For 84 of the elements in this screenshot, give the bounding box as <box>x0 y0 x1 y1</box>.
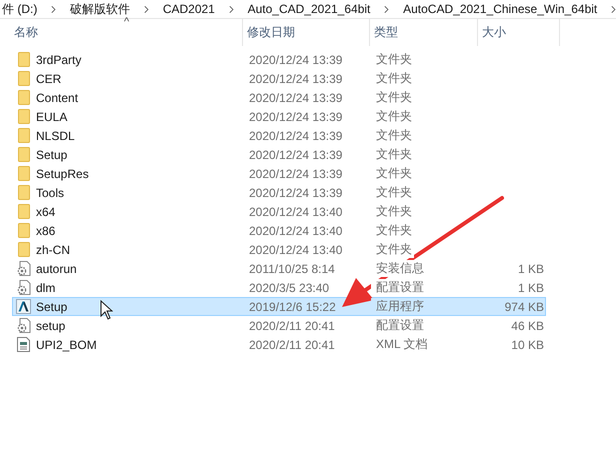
file-row[interactable]: 3rdParty 2020/12/24 13:39 文件夹 <box>12 50 546 69</box>
column-header[interactable]: 大小 <box>478 19 560 46</box>
file-name: NLSDL <box>36 128 75 142</box>
folder-icon <box>18 71 30 86</box>
file-name: zh-CN <box>36 242 70 256</box>
file-name: EULA <box>36 110 68 124</box>
modified-date: 2020/12/24 13:39 <box>248 52 344 66</box>
file-type: 配置设置 <box>371 279 426 296</box>
file-name: Content <box>36 90 78 104</box>
file-name: Setup <box>36 300 68 314</box>
folder-icon <box>18 166 30 181</box>
file-row[interactable]: NLSDL 2020/12/24 13:39 文件夹 <box>12 126 546 145</box>
file-name: x64 <box>36 204 56 218</box>
chevron-right-icon <box>228 4 234 14</box>
mouse-cursor-icon <box>100 300 113 320</box>
settings-file-icon <box>16 318 30 333</box>
file-row[interactable]: autorun 2011/10/25 8:14 安装信息 1 KB <box>12 259 546 278</box>
modified-date: 2020/2/11 20:41 <box>248 318 336 332</box>
folder-icon <box>18 90 30 105</box>
folder-icon <box>18 223 30 238</box>
file-name: dlm <box>36 280 56 294</box>
folder-icon <box>18 128 30 143</box>
document-icon <box>17 337 30 352</box>
file-row[interactable]: x64 2020/12/24 13:40 文件夹 <box>12 202 546 221</box>
file-row[interactable]: x86 2020/12/24 13:40 文件夹 <box>12 221 546 240</box>
modified-date: 2020/12/24 13:40 <box>248 204 344 218</box>
file-size: 974 KB <box>504 300 545 314</box>
breadcrumb-item[interactable]: 破解版软件 <box>70 0 130 18</box>
file-row[interactable]: UPI2_BOM 2020/2/11 20:41 XML 文档 10 KB <box>12 335 546 354</box>
file-name: autorun <box>36 262 77 276</box>
file-row[interactable]: zh-CN 2020/12/24 13:40 文件夹 <box>12 240 546 259</box>
file-size: 1 KB <box>516 262 545 276</box>
file-size: 1 KB <box>516 280 545 294</box>
chevron-right-icon <box>144 4 149 14</box>
file-row[interactable]: Setup 2020/12/24 13:39 文件夹 <box>12 145 546 164</box>
modified-date: 2020/3/5 23:40 <box>248 280 330 294</box>
folder-icon <box>18 147 30 162</box>
file-name: 3rdParty <box>36 52 82 66</box>
modified-date: 2020/12/24 13:39 <box>248 148 344 162</box>
file-row[interactable]: CER 2020/12/24 13:39 文件夹 <box>12 69 546 88</box>
modified-date: 2019/12/6 15:22 <box>248 300 337 314</box>
file-size: 10 KB <box>510 338 545 352</box>
file-name: SetupRes <box>36 166 89 180</box>
file-row[interactable]: Setup 2019/12/6 15:22 应用程序 974 KB <box>12 297 546 316</box>
chevron-right-icon <box>384 4 390 14</box>
modified-date: 2020/12/24 13:39 <box>248 128 344 142</box>
modified-date: 2020/12/24 13:40 <box>248 224 344 238</box>
modified-date: 2020/12/24 13:39 <box>248 72 344 86</box>
chevron-right-icon <box>51 4 56 14</box>
file-name: Setup <box>36 148 68 162</box>
breadcrumb-item[interactable]: 件 (D:) <box>2 0 38 18</box>
file-row[interactable]: SetupRes 2020/12/24 13:39 文件夹 <box>12 164 546 183</box>
modified-date: 2020/12/24 13:40 <box>248 242 344 256</box>
modified-date: 2011/10/25 8:14 <box>248 262 336 276</box>
modified-date: 2020/12/24 13:39 <box>248 166 344 180</box>
modified-date: 2020/2/11 20:41 <box>248 338 336 352</box>
settings-file-icon <box>16 280 30 295</box>
app-logo-icon <box>16 299 31 314</box>
file-name: CER <box>36 72 62 86</box>
file-name: x86 <box>36 224 56 238</box>
breadcrumb-item[interactable]: AutoCAD_2021_Chinese_Win_64bit <box>403 2 598 16</box>
folder-icon <box>18 204 30 219</box>
file-row[interactable]: Tools 2020/12/24 13:39 文件夹 <box>12 183 546 202</box>
chevron-right-icon <box>611 4 616 14</box>
settings-file-icon <box>16 261 30 276</box>
modified-date: 2020/12/24 13:39 <box>248 110 344 124</box>
file-row[interactable]: setup 2020/2/11 20:41 配置设置 46 KB <box>12 316 546 335</box>
file-name: Tools <box>36 186 64 200</box>
modified-date: 2020/12/24 13:39 <box>248 90 344 104</box>
file-name: setup <box>36 318 66 332</box>
breadcrumb-item[interactable]: CAD2021 <box>162 2 215 16</box>
sort-indicator: ^ <box>124 16 130 28</box>
breadcrumb-item[interactable]: Auto_CAD_2021_64bit <box>248 2 370 16</box>
file-size: 46 KB <box>510 318 545 332</box>
file-row[interactable]: EULA 2020/12/24 13:39 文件夹 <box>12 107 546 126</box>
modified-date: 2020/12/24 13:39 <box>248 186 344 200</box>
file-name: UPI2_BOM <box>36 338 97 352</box>
column-header[interactable]: 修改日期 <box>243 19 370 46</box>
file-row[interactable]: Content 2020/12/24 13:39 文件夹 <box>12 88 546 107</box>
folder-icon <box>18 109 30 124</box>
folder-icon <box>18 185 30 200</box>
folder-icon <box>18 242 30 257</box>
folder-icon <box>18 52 30 67</box>
column-header[interactable]: 类型 <box>370 19 478 46</box>
